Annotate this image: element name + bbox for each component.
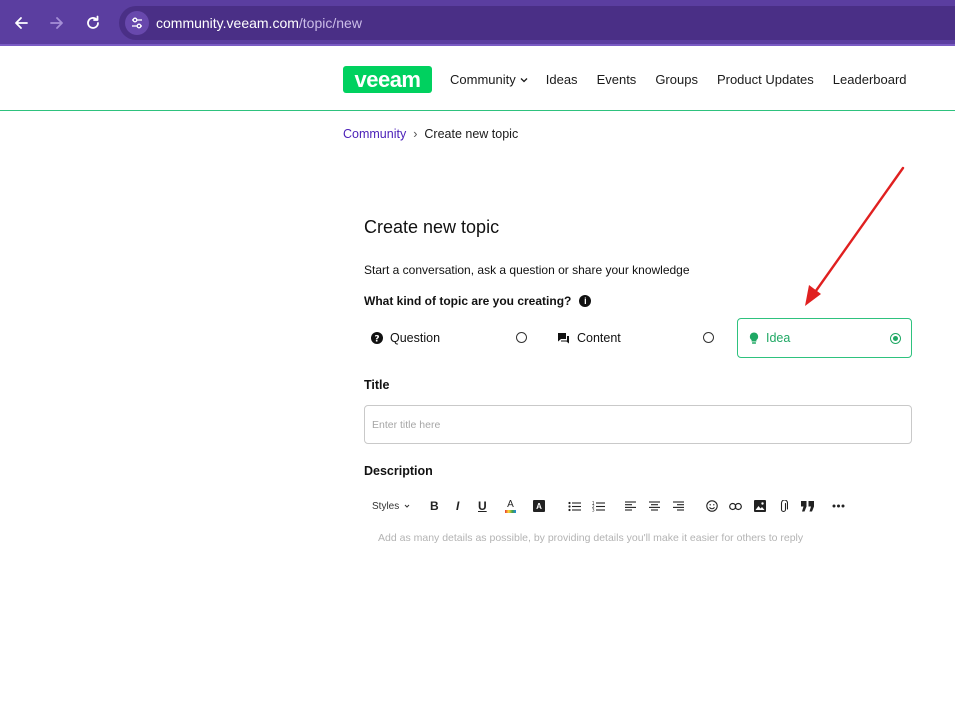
topic-type-content-label: Content xyxy=(577,331,621,345)
highlight-icon: A xyxy=(533,500,545,512)
numbered-list-button[interactable]: 123 xyxy=(592,498,605,514)
emoji-button[interactable] xyxy=(706,498,718,514)
more-options-button[interactable] xyxy=(832,498,845,514)
align-left-button[interactable] xyxy=(625,498,636,514)
underline-icon: U xyxy=(478,499,487,513)
topic-type-idea-option[interactable]: Idea xyxy=(737,318,912,358)
nav-ideas-label: Ideas xyxy=(545,72,578,87)
title-label: Title xyxy=(364,378,390,392)
forward-arrow-icon xyxy=(50,17,63,29)
topic-type-idea-radio-selected[interactable] xyxy=(890,333,901,344)
reload-button[interactable] xyxy=(81,11,105,35)
styles-dropdown[interactable]: Styles xyxy=(372,498,411,514)
font-color-button[interactable]: A xyxy=(505,498,516,514)
forward-button[interactable] xyxy=(45,11,69,35)
breadcrumb-community-link[interactable]: Community xyxy=(343,127,406,141)
description-label: Description xyxy=(364,464,433,478)
question-circle-icon: ? xyxy=(371,332,383,344)
svg-text:?: ? xyxy=(374,334,379,344)
quote-button[interactable] xyxy=(801,498,815,514)
url-domain: community.veeam.com xyxy=(156,15,299,31)
chevron-down-icon xyxy=(520,77,528,82)
topic-type-question-radio[interactable] xyxy=(516,332,527,343)
nav-groups-label: Groups xyxy=(655,72,698,87)
color-bar-icon xyxy=(505,509,516,513)
site-settings-icon[interactable] xyxy=(125,11,149,35)
caret-down-icon xyxy=(404,504,410,508)
image-button[interactable] xyxy=(754,498,766,514)
back-button[interactable] xyxy=(9,11,33,35)
link-button[interactable] xyxy=(729,498,742,514)
page-title: Create new topic xyxy=(364,217,500,237)
main-nav: Community Ideas Events Groups Product Up… xyxy=(450,72,907,87)
chat-bubbles-icon xyxy=(558,333,569,344)
styles-label: Styles xyxy=(372,500,400,512)
editor-toolbar: Styles B I U A A 123 xyxy=(364,496,912,516)
nav-product-updates-label: Product Updates xyxy=(716,72,814,87)
veeam-logo[interactable]: veeam xyxy=(343,66,432,93)
attachment-button[interactable] xyxy=(779,498,788,514)
breadcrumb-separator: › xyxy=(413,127,418,141)
bulleted-list-icon xyxy=(568,501,581,511)
back-arrow-icon xyxy=(15,17,28,29)
description-editor-placeholder[interactable]: Add as many details as possible, by prov… xyxy=(378,532,803,544)
align-right-button[interactable] xyxy=(673,498,684,514)
topic-type-question: What kind of topic are you creating? xyxy=(364,294,572,308)
nav-leaderboard[interactable]: Leaderboard xyxy=(833,72,907,87)
breadcrumb-current: Create new topic xyxy=(424,127,519,141)
reload-icon xyxy=(87,15,99,29)
font-color-icon: A xyxy=(507,498,514,510)
paperclip-icon xyxy=(780,499,788,512)
url-text[interactable]: community.veeam.com/topic/new xyxy=(156,15,362,31)
more-horizontal-icon xyxy=(832,504,845,508)
underline-button[interactable]: U xyxy=(478,498,487,514)
info-icon[interactable]: i xyxy=(579,295,592,307)
url-path: /topic/new xyxy=(298,15,362,31)
nav-events-label: Events xyxy=(596,72,637,87)
title-input[interactable] xyxy=(364,405,912,444)
numbered-list-icon: 123 xyxy=(592,501,605,512)
logo-text: veeam xyxy=(354,66,421,92)
topic-type-content-option[interactable]: Content xyxy=(550,318,722,358)
breadcrumb: Community › Create new topic xyxy=(343,127,518,141)
address-bar[interactable]: community.veeam.com/topic/new xyxy=(119,6,955,40)
page-subtitle: Start a conversation, ask a question or … xyxy=(364,263,690,277)
bold-button[interactable]: B xyxy=(430,498,439,514)
align-right-icon xyxy=(673,501,684,511)
nav-community[interactable]: Community xyxy=(450,72,529,87)
site-header: veeam Community Ideas Events Groups Prod… xyxy=(0,48,955,111)
topic-type-heading: What kind of topic are you creating? i xyxy=(364,294,592,308)
highlight-button[interactable]: A xyxy=(533,498,545,514)
quote-icon xyxy=(801,500,814,511)
lightbulb-icon xyxy=(749,332,759,344)
svg-text:3: 3 xyxy=(592,507,595,512)
italic-button[interactable]: I xyxy=(456,498,459,514)
nav-events[interactable]: Events xyxy=(597,72,637,87)
browser-toolbar: community.veeam.com/topic/new xyxy=(0,0,955,46)
align-center-icon xyxy=(649,501,660,511)
align-center-button[interactable] xyxy=(649,498,660,514)
red-annotation-arrow-icon xyxy=(805,166,905,306)
image-icon xyxy=(754,500,766,512)
italic-icon: I xyxy=(456,499,460,513)
topic-type-question-option[interactable]: ? Question xyxy=(364,318,536,358)
bold-icon: B xyxy=(430,499,439,513)
emoji-icon xyxy=(706,500,718,512)
topic-type-content-radio[interactable] xyxy=(703,332,714,343)
bulleted-list-button[interactable] xyxy=(568,498,581,514)
topic-type-idea-label: Idea xyxy=(766,331,791,345)
nav-community-label: Community xyxy=(450,72,516,87)
link-icon xyxy=(729,502,742,510)
align-left-icon xyxy=(625,501,636,511)
topic-type-question-label: Question xyxy=(390,331,441,345)
nav-product-updates[interactable]: Product Updates xyxy=(717,72,814,87)
nav-leaderboard-label: Leaderboard xyxy=(832,72,907,87)
nav-groups[interactable]: Groups xyxy=(655,72,698,87)
nav-ideas[interactable]: Ideas xyxy=(546,72,578,87)
